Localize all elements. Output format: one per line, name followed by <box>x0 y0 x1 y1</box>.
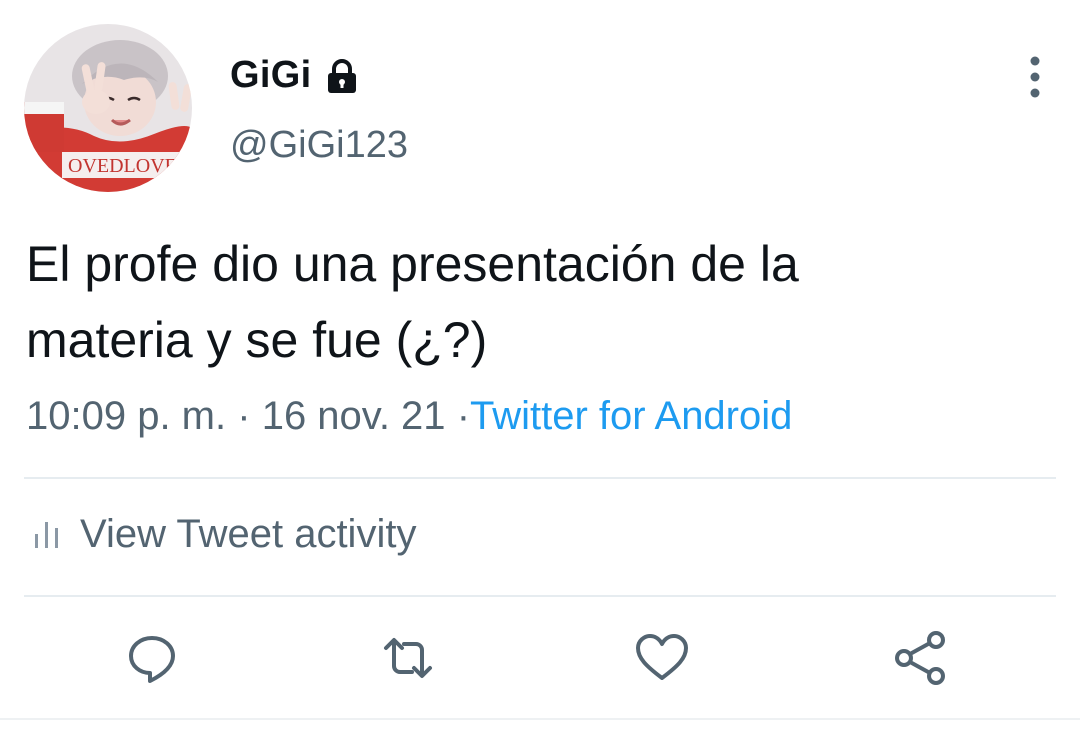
avatar-shirt-text: OVEDLOVE <box>68 155 177 177</box>
divider-top <box>24 477 1056 479</box>
tweet-date: 16 nov. 21 <box>261 394 446 438</box>
avatar[interactable]: OVEDLOVE <box>24 24 192 192</box>
bar-chart-icon <box>35 521 58 548</box>
heart-icon[interactable] <box>632 628 692 688</box>
tweet-source-link[interactable]: Twitter for Android <box>470 394 792 438</box>
tweet-text-line-1: El profe dio una presentación de la <box>26 236 799 292</box>
divider-bottom <box>24 595 1056 597</box>
user-handle[interactable]: @GiGi123 <box>230 124 408 167</box>
reply-icon[interactable] <box>122 628 182 688</box>
view-tweet-activity-label: View Tweet activity <box>80 512 417 556</box>
avatar-image: OVEDLOVE <box>24 24 192 192</box>
bottom-border <box>0 718 1080 720</box>
lock-icon <box>325 58 359 94</box>
more-vertical-icon[interactable] <box>1018 54 1052 100</box>
tweet-text-line-2: materia y se fue (¿?) <box>26 312 488 368</box>
display-name[interactable]: GiGi <box>230 54 359 97</box>
retweet-icon[interactable] <box>378 628 438 688</box>
tweet-time: 10:09 p. m. <box>26 394 227 438</box>
meta-separator-1: · <box>237 394 251 438</box>
meta-separator-2: · <box>456 394 471 438</box>
display-name-text: GiGi <box>230 54 312 96</box>
share-icon[interactable] <box>890 628 950 688</box>
tweet-metadata: 10:09 p. m. · 16 nov. 21 ·Twitter for An… <box>26 394 792 439</box>
view-tweet-activity-button[interactable]: View Tweet activity <box>34 512 416 557</box>
tweet-text: El profe dio una presentación de la mate… <box>26 226 1046 378</box>
